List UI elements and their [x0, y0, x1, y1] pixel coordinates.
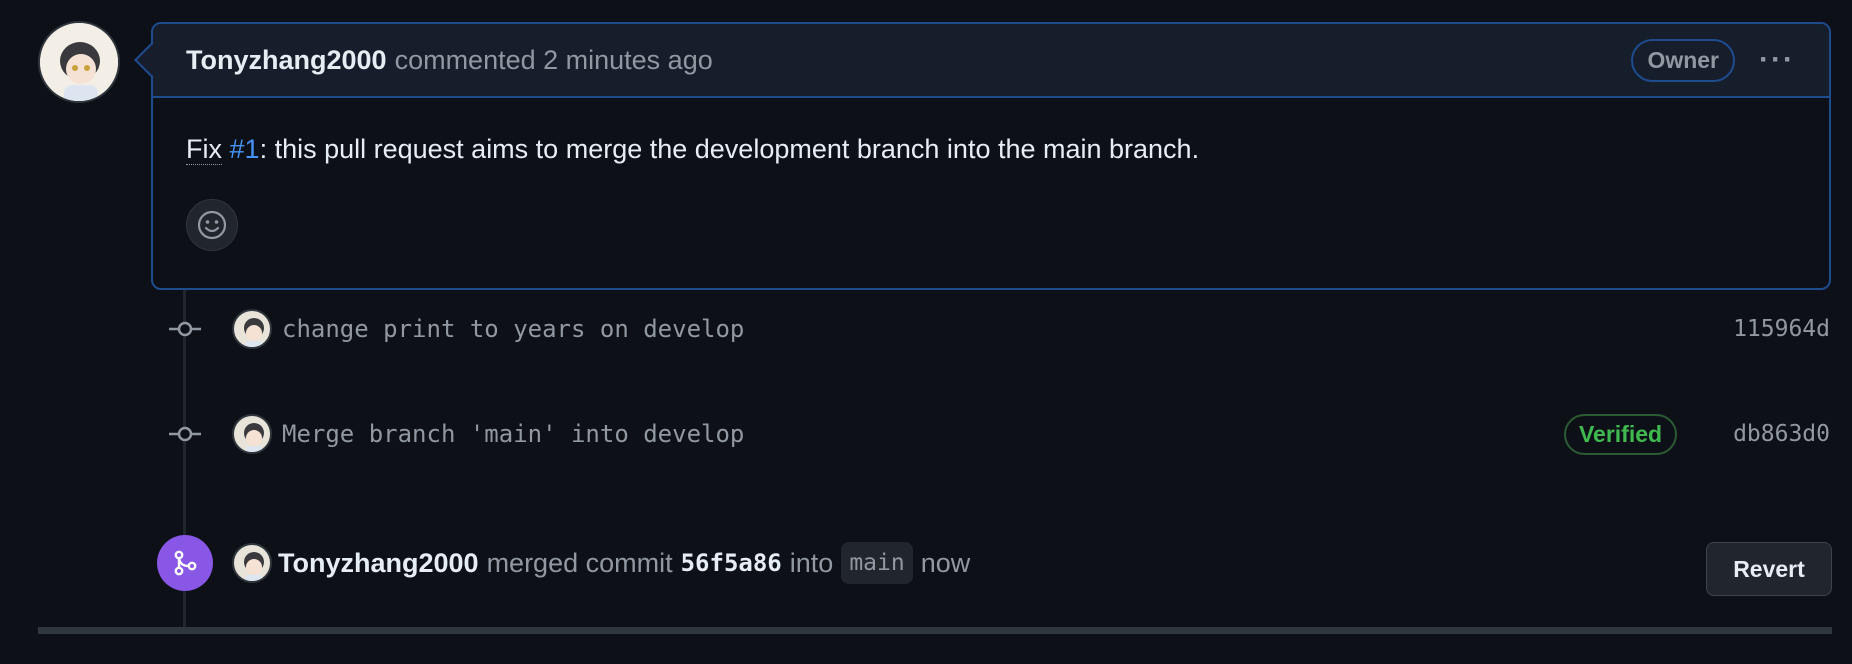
kebab-icon[interactable]: ···: [1759, 43, 1795, 77]
comment-text: : this pull request aims to merge the de…: [259, 134, 1200, 164]
commit-message[interactable]: Merge branch 'main' into develop: [282, 420, 744, 448]
comment-body: Fix #1: this pull request aims to merge …: [153, 98, 1829, 251]
divider: [38, 627, 1832, 634]
avatar-illustration: [40, 23, 118, 101]
comment-header: Tonyzhang2000 commented 2 minutes ago Ow…: [153, 24, 1829, 98]
merge-time: now: [920, 547, 971, 578]
merge-text: into: [789, 547, 834, 578]
revert-button[interactable]: Revert: [1706, 542, 1832, 596]
commit-message[interactable]: change print to years on develop: [282, 315, 744, 343]
commit-row: Merge branch 'main' into develop Verifie…: [160, 411, 1830, 457]
issue-link[interactable]: #1: [230, 134, 260, 164]
branch-chip[interactable]: main: [841, 542, 913, 584]
git-commit-icon: [160, 319, 210, 339]
merge-event: Tonyzhang2000 merged commit 56f5a86 into…: [232, 537, 1832, 596]
comment-meta[interactable]: commented 2 minutes ago: [395, 45, 713, 76]
avatar[interactable]: [232, 309, 272, 349]
merge-text: merged commit: [486, 547, 673, 578]
author-avatar[interactable]: [38, 21, 120, 103]
commit-sha[interactable]: 115964d: [1733, 316, 1830, 342]
commit-row: change print to years on develop 115964d: [160, 306, 1830, 352]
avatar[interactable]: [232, 414, 272, 454]
comment-author[interactable]: Tonyzhang2000: [186, 45, 387, 76]
smiley-icon: [197, 210, 227, 240]
commit-sha[interactable]: db863d0: [1733, 421, 1830, 447]
avatar[interactable]: [232, 543, 272, 583]
git-commit-icon: [160, 424, 210, 444]
add-reaction-button[interactable]: [186, 199, 238, 251]
comment-box: Tonyzhang2000 commented 2 minutes ago Ow…: [151, 22, 1831, 290]
owner-badge: Owner: [1631, 38, 1736, 82]
merge-author[interactable]: Tonyzhang2000: [278, 548, 479, 579]
verified-badge[interactable]: Verified: [1563, 413, 1678, 455]
merge-commit-sha[interactable]: 56f5a86: [681, 549, 782, 577]
fix-keyword[interactable]: Fix: [186, 134, 222, 165]
git-merge-icon: [157, 535, 213, 591]
